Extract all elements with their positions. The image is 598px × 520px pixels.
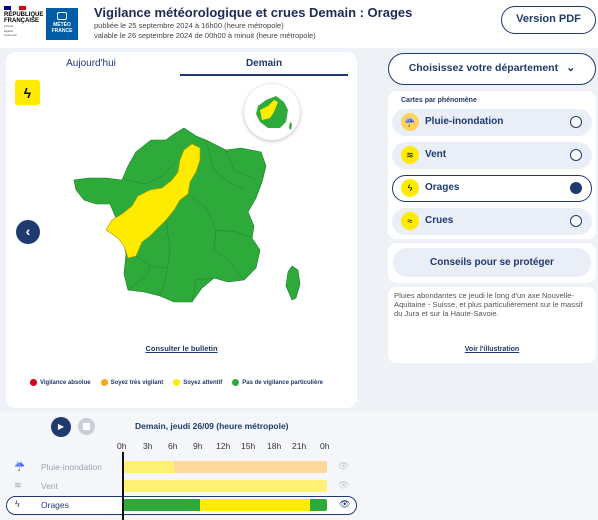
hour-label: 3h bbox=[143, 441, 153, 451]
radio-button-selected[interactable] bbox=[570, 182, 582, 194]
hour-label: 0h bbox=[117, 441, 127, 451]
radio-button[interactable] bbox=[570, 116, 582, 128]
legend-label: Soyez très vigilant bbox=[110, 379, 164, 386]
legend-item: Soyez très vigilant bbox=[100, 379, 164, 386]
page-title: Vigilance météorologique et crues Demain… bbox=[94, 5, 413, 20]
phenomenon-option-vent[interactable]: ≋ Vent bbox=[392, 142, 592, 169]
timeline: ▶ Demain, jeudi 26/09 (heure métropole) … bbox=[0, 412, 598, 520]
legend-dot-red bbox=[30, 379, 37, 386]
phenomenon-name: Vent bbox=[425, 149, 447, 160]
lightning-icon: ϟ bbox=[15, 499, 20, 509]
play-button[interactable]: ▶ bbox=[51, 417, 71, 437]
map-card: Aujourd'hui Demain ϟ ‹ Consulter le bull… bbox=[6, 52, 357, 408]
phenomenon-section-label: Cartes par phénomène bbox=[401, 97, 477, 104]
legend-label: Soyez attentif bbox=[183, 379, 223, 386]
french-flag-icon bbox=[4, 6, 26, 10]
choose-department-label: Choisissez votre département bbox=[408, 62, 559, 74]
hour-label: 0h bbox=[320, 441, 330, 451]
timeline-bar bbox=[123, 461, 327, 473]
timeline-row-label: Vent bbox=[41, 481, 59, 491]
meteo-france-logo[interactable]: MÉTÉO FRANCE bbox=[46, 8, 78, 40]
timeline-segment bbox=[123, 499, 200, 511]
legend-label: Vigilance absolue bbox=[40, 379, 91, 386]
hour-label: 6h bbox=[168, 441, 178, 451]
description-card: Pluies abondantes ce jeudi le long d'un … bbox=[388, 287, 596, 363]
timeline-segment bbox=[199, 499, 310, 511]
republique-francaise-logo[interactable]: RÉPUBLIQUE FRANÇAISE Liberté Égalité Fra… bbox=[4, 6, 43, 38]
legend-item: Pas de vigilance particulière bbox=[232, 379, 323, 386]
map-legend: Vigilance absolue Soyez très vigilant So… bbox=[30, 379, 323, 386]
france-vigilance-map[interactable] bbox=[66, 120, 306, 320]
radio-button[interactable] bbox=[570, 215, 582, 227]
wind-icon: ≋ bbox=[401, 146, 419, 164]
phenomenon-name: Pluie-inondation bbox=[425, 116, 504, 127]
chevron-down-icon: ⌄ bbox=[566, 62, 576, 74]
timeline-row-pluie-inondation[interactable]: ☔ Pluie-inondation 👁 bbox=[0, 458, 598, 476]
published-date: publiée le 25 septembre 2024 à 16h00 (he… bbox=[94, 21, 284, 30]
legend-dot-orange bbox=[100, 379, 108, 386]
validity-date: valable le 26 septembre 2024 de 00h00 à … bbox=[94, 31, 316, 40]
map-region-corsica bbox=[285, 265, 301, 301]
header: RÉPUBLIQUE FRANÇAISE Liberté Égalité Fra… bbox=[0, 0, 598, 48]
choose-department-button[interactable]: Choisissez votre département ⌄ bbox=[388, 53, 596, 85]
timeline-segment bbox=[123, 461, 174, 473]
timeline-row-label: Orages bbox=[41, 500, 69, 510]
hour-label: 12h bbox=[216, 441, 231, 451]
tab-today[interactable]: Aujourd'hui bbox=[6, 58, 176, 76]
rain-flood-icon: ☔ bbox=[14, 461, 26, 471]
legend-item: Soyez attentif bbox=[173, 379, 222, 386]
legend-dot-yellow bbox=[173, 379, 181, 386]
bulletin-link[interactable]: Consulter le bulletin bbox=[6, 344, 357, 353]
phenomenon-name: Crues bbox=[425, 215, 454, 226]
motto-3: Fraternité bbox=[4, 33, 17, 37]
france-overview-inset[interactable] bbox=[244, 84, 300, 140]
timeline-segment bbox=[174, 461, 327, 473]
waves-icon: ≈ bbox=[401, 212, 419, 230]
eye-icon[interactable]: 👁 bbox=[338, 480, 349, 491]
legend-dot-green bbox=[232, 379, 240, 386]
phenomenon-card: Cartes par phénomène ☔ Pluie-inondation … bbox=[388, 91, 596, 239]
legend-item: Vigilance absolue bbox=[30, 379, 91, 386]
lightning-icon: ϟ bbox=[401, 179, 419, 197]
timeline-row-label: Pluie-inondation bbox=[41, 462, 102, 472]
timeline-segment bbox=[123, 480, 327, 492]
hour-label: 15h bbox=[241, 441, 256, 451]
protection-advice-button[interactable]: Conseils pour se protéger bbox=[393, 248, 591, 277]
hour-label: 9h bbox=[193, 441, 203, 451]
radio-button[interactable] bbox=[570, 149, 582, 161]
pdf-version-button[interactable]: Version PDF bbox=[501, 6, 596, 34]
view-illustration-link[interactable]: Voir l'illustration bbox=[388, 346, 596, 353]
timeline-row-vent[interactable]: ≋ Vent 👁 bbox=[0, 477, 598, 495]
eye-icon[interactable]: 👁 bbox=[338, 461, 349, 472]
lightning-icon: ϟ bbox=[15, 80, 40, 105]
eye-icon[interactable]: 👁 bbox=[339, 499, 350, 510]
phenomenon-option-crues[interactable]: ≈ Crues bbox=[392, 208, 592, 235]
timeline-date: Demain, jeudi 26/09 (heure métropole) bbox=[135, 421, 289, 431]
meteo-france-mark-icon bbox=[57, 12, 67, 20]
timeline-segment bbox=[310, 499, 327, 511]
timeline-bar bbox=[123, 499, 327, 511]
phenomenon-option-pluie-inondation[interactable]: ☔ Pluie-inondation bbox=[392, 109, 592, 136]
stop-button[interactable] bbox=[78, 418, 95, 435]
phenomenon-option-orages[interactable]: ϟ Orages bbox=[392, 175, 592, 202]
legend-label: Pas de vigilance particulière bbox=[242, 379, 323, 386]
wind-icon: ≋ bbox=[14, 480, 22, 490]
tab-tomorrow[interactable]: Demain bbox=[180, 58, 348, 76]
timeline-row-orages[interactable]: ϟ Orages 👁 bbox=[6, 496, 357, 515]
hour-label: 18h bbox=[267, 441, 282, 451]
timeline-bar bbox=[123, 480, 327, 492]
rain-flood-icon: ☔ bbox=[401, 113, 419, 131]
advice-card: Conseils pour se protéger bbox=[388, 243, 596, 283]
description-text: Pluies abondantes ce jeudi le long d'un … bbox=[394, 291, 583, 318]
motto-1: Liberté bbox=[4, 24, 14, 28]
timeline-cursor[interactable] bbox=[122, 452, 124, 520]
previous-arrow-button[interactable]: ‹ bbox=[16, 220, 40, 244]
phenomenon-name: Orages bbox=[425, 182, 460, 193]
meteo-logo-text-2: FRANCE bbox=[51, 28, 73, 34]
hour-label: 21h bbox=[292, 441, 307, 451]
